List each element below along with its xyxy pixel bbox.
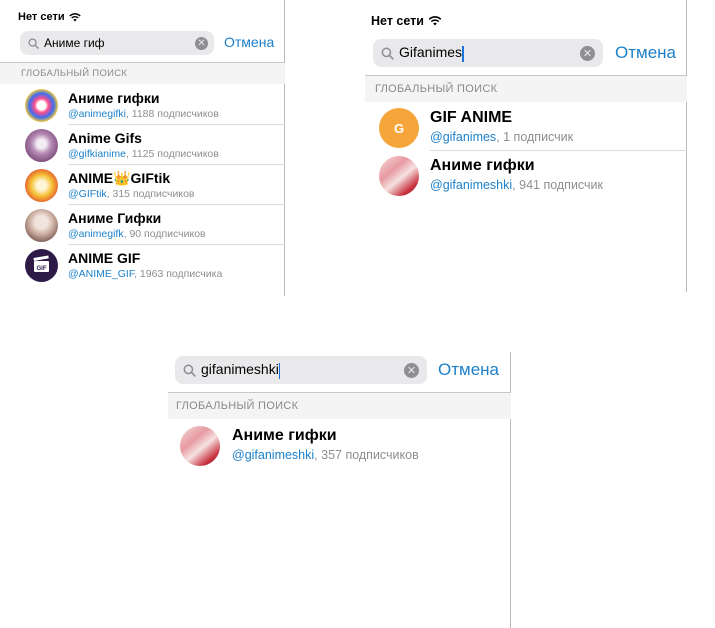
result-subtitle: @animegifk, 90 подписчиков [68, 228, 206, 240]
clear-search-icon[interactable]: ✕ [195, 36, 208, 50]
text-cursor [278, 362, 281, 379]
search-icon [183, 364, 196, 377]
result-title: Аниме гифки [68, 90, 160, 106]
avatar [180, 426, 220, 466]
search-query: Gifanimes [399, 44, 463, 61]
avatar [25, 169, 58, 202]
avatar: G [379, 108, 419, 148]
status-bar: Нет сети [371, 14, 442, 28]
clear-search-icon[interactable]: ✕ [580, 45, 595, 61]
wifi-icon [68, 12, 81, 21]
result-subtitle: @gifkianime, 1125 подписчиков [68, 148, 219, 160]
section-title: ГЛОБАЛЬНЫЙ ПОИСК [375, 83, 498, 95]
search-input[interactable]: gifanimeshki [201, 361, 404, 379]
list-item[interactable]: Anime Gifs @gifkianime, 1125 подписчиков [0, 125, 285, 165]
avatar [25, 209, 58, 242]
global-search-header: ГЛОБАЛЬНЫЙ ПОИСК [168, 393, 511, 419]
search-bar[interactable]: gifanimeshki ✕ [175, 356, 427, 384]
text-cursor [462, 45, 464, 62]
result-title: ANIME GIF [68, 250, 141, 266]
result-handle: @gifkianime [68, 148, 126, 160]
search-input[interactable]: Gifanimes [399, 44, 580, 62]
result-handle: @GIFtik [68, 188, 107, 200]
status-bar: Нет сети [18, 11, 81, 23]
result-subtitle: @gifanimes, 1 подписчик [430, 130, 573, 144]
avatar [379, 156, 419, 196]
avatar: GIF [25, 249, 58, 282]
result-subtitle: @ANIME_GIF, 1963 подписчика [68, 268, 222, 280]
subscriber-count: , 90 подписчиков [123, 228, 206, 240]
result-title: Anime Gifs [68, 130, 142, 146]
svg-text:GIF: GIF [37, 266, 47, 272]
section-title: ГЛОБАЛЬНЫЙ ПОИСК [21, 68, 128, 79]
network-status: Нет сети [18, 11, 65, 23]
cancel-button[interactable]: Отмена [438, 360, 499, 380]
subscriber-count: , 357 подписчиков [314, 448, 419, 462]
global-search-header: ГЛОБАЛЬНЫЙ ПОИСК [365, 76, 687, 102]
subscriber-count: , 1 подписчик [496, 130, 574, 144]
list-item[interactable]: Аниме гифки @animegifki, 1188 подписчико… [0, 85, 285, 125]
result-title: Аниме Гифки [68, 210, 162, 226]
result-handle: @gifanimes [430, 130, 497, 144]
list-item[interactable]: G GIF ANIME @gifanimes, 1 подписчик [365, 103, 687, 151]
search-input[interactable]: Аниме гиф [44, 36, 195, 50]
subscriber-count: , 941 подписчик [512, 178, 604, 192]
result-subtitle: @gifanimeshki, 941 подписчик [430, 178, 603, 192]
subscriber-count: , 1188 подписчиков [125, 108, 219, 120]
search-panel-1: Нет сети Аниме гиф ✕ Отмена ГЛОБАЛЬНЫЙ П… [0, 0, 285, 296]
search-query: gifanimeshki [201, 361, 279, 378]
search-bar[interactable]: Gifanimes ✕ [373, 39, 603, 67]
search-icon [28, 37, 39, 49]
wifi-icon [428, 16, 442, 26]
clear-search-icon[interactable]: ✕ [404, 362, 419, 378]
result-handle: @gifanimeshki [232, 448, 315, 462]
gif-clapper-icon: GIF [33, 255, 49, 272]
result-subtitle: @animegifki, 1188 подписчиков [68, 108, 219, 120]
result-subtitle: @GIFtik, 315 подписчиков [68, 188, 195, 200]
result-title: GIF ANIME [430, 109, 513, 126]
cancel-button[interactable]: Отмена [615, 43, 676, 63]
list-item[interactable]: Аниме гифки @gifanimeshki, 941 подписчик [365, 151, 687, 199]
cancel-button[interactable]: Отмена [224, 34, 274, 50]
search-icon [381, 47, 394, 60]
result-title: Аниме гифки [430, 157, 535, 174]
result-handle: @animegifki [68, 108, 126, 120]
list-item[interactable]: Аниме Гифки @animegifk, 90 подписчиков [0, 205, 285, 245]
subscriber-count: , 1125 подписчиков [125, 148, 219, 160]
network-status: Нет сети [371, 14, 424, 28]
avatar [25, 129, 58, 162]
list-item[interactable]: Аниме гифки @gifanimeshki, 357 подписчик… [168, 420, 511, 468]
list-item[interactable]: GIF ANIME GIF @ANIME_GIF, 1963 подписчик… [0, 245, 285, 285]
result-title: ANIME👑GIFtik [68, 170, 171, 186]
avatar-initial: G [393, 120, 405, 136]
avatar [25, 89, 58, 122]
subscriber-count: , 315 подписчиков [106, 188, 195, 200]
global-search-header: ГЛОБАЛЬНЫЙ ПОИСК [0, 63, 285, 84]
result-handle: @animegifk [68, 228, 124, 240]
section-title: ГЛОБАЛЬНЫЙ ПОИСК [176, 400, 299, 412]
search-panel-3: gifanimeshki ✕ Отмена ГЛОБАЛЬНЫЙ ПОИСК А… [168, 352, 511, 628]
result-handle: @ANIME_GIF [68, 268, 135, 280]
list-item[interactable]: ANIME👑GIFtik @GIFtik, 315 подписчиков [0, 165, 285, 205]
search-panel-2: Нет сети Gifanimes ✕ Отмена ГЛОБАЛЬНЫЙ П… [365, 0, 687, 292]
subscriber-count: , 1963 подписчика [134, 268, 223, 280]
result-title: Аниме гифки [232, 427, 337, 444]
search-bar[interactable]: Аниме гиф ✕ [20, 31, 214, 55]
result-handle: @gifanimeshki [430, 178, 513, 192]
result-subtitle: @gifanimeshki, 357 подписчиков [232, 448, 419, 462]
